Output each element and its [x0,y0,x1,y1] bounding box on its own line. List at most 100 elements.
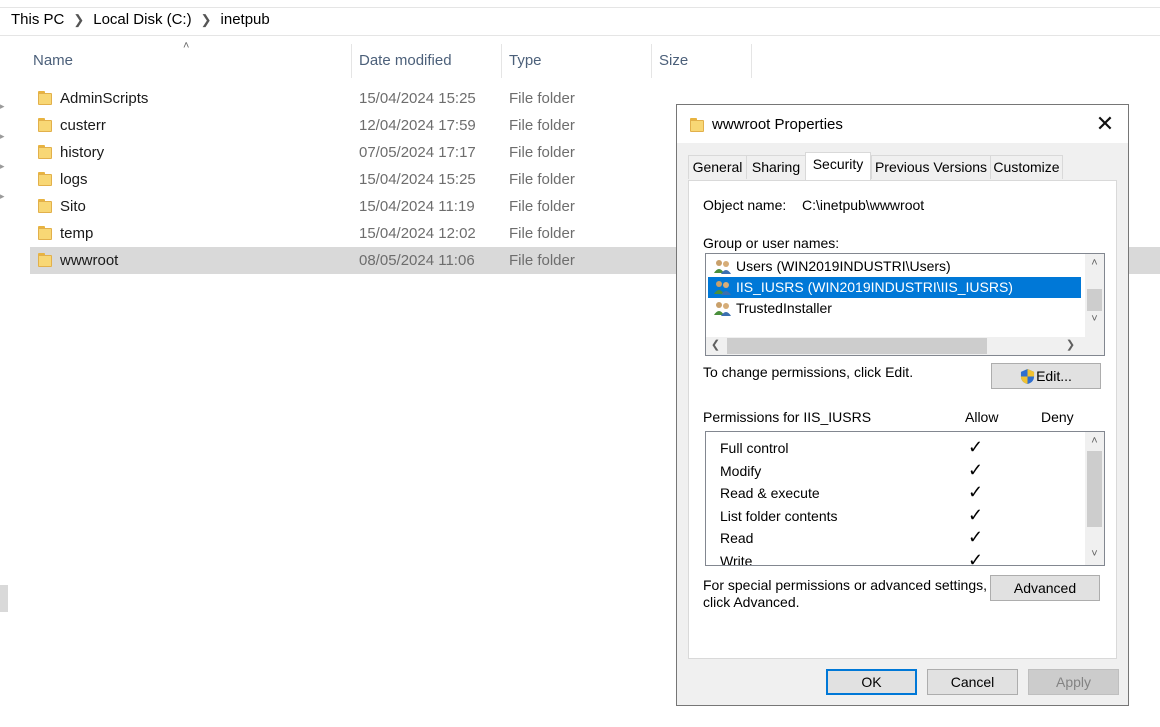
user-name: IIS_IUSRS (WIN2019INDUSTRI\IIS_IUSRS) [736,279,1013,295]
user-item-selected[interactable]: IIS_IUSRS (WIN2019INDUSTRI\IIS_IUSRS) [708,277,1081,298]
file-date: 12/04/2024 17:59 [359,117,476,134]
allow-check-icon: ✓ [968,460,984,480]
properties-dialog: wwwroot Properties ✕ General Sharing Sec… [676,104,1129,706]
scroll-right-icon[interactable]: ❯ [1061,337,1080,354]
file-type: File folder [509,144,575,161]
expand-arrow-icon[interactable]: ▸ [0,101,6,112]
special-permissions-text: For special permissions or advanced sett… [703,577,988,593]
breadcrumb: This PC ❯ Local Disk (C:) ❯ inetpub [11,11,270,28]
permission-name: Modify [720,463,762,479]
file-type: File folder [509,198,575,215]
tab-customize[interactable]: Customize [990,155,1063,179]
file-name: logs [60,171,88,188]
tab-general[interactable]: General [688,155,747,179]
object-name-label: Object name: [703,197,787,213]
tab-sharing[interactable]: Sharing [746,155,806,179]
file-name: wwwroot [60,252,119,269]
user-item[interactable]: Users (WIN2019INDUSTRI\Users) [708,256,1081,277]
breadcrumb-this-pc[interactable]: This PC [11,11,64,28]
scroll-down-icon[interactable]: ˅ [1085,546,1104,563]
column-header-size[interactable]: Size [651,44,752,78]
allow-check-icon: ✓ [968,550,984,566]
group-names-label: Group or user names: [703,235,840,251]
users-group-icon [714,260,731,274]
allow-check-icon: ✓ [968,505,984,525]
scroll-up-icon[interactable]: ˄ [1085,255,1104,272]
permissions-for-label: Permissions for IIS_IUSRS [703,409,872,425]
address-bar[interactable]: This PC ❯ Local Disk (C:) ❯ inetpub [0,0,1160,36]
scroll-down-icon[interactable]: ˅ [1085,311,1104,328]
breadcrumb-local-disk[interactable]: Local Disk (C:) [93,11,191,28]
tab-previous-versions[interactable]: Previous Versions [871,155,991,179]
users-group-icon [714,281,731,295]
users-group-icon [714,302,731,316]
edit-button-label: Edit... [1036,368,1072,384]
expand-arrow-icon[interactable]: ▸ [0,131,6,142]
expand-arrow-icon[interactable]: ▸ [0,191,6,202]
permission-name: Read & execute [720,485,820,501]
folder-icon [38,226,52,240]
file-date: 15/04/2024 15:25 [359,171,476,188]
permission-name: Write [720,553,753,566]
expand-arrow-icon[interactable]: ▸ [0,161,6,172]
folder-icon [38,253,52,267]
folder-icon [38,199,52,213]
apply-button[interactable]: Apply [1028,669,1119,695]
user-name: TrustedInstaller [736,300,832,316]
scroll-thumb[interactable] [1087,289,1102,311]
tab-security[interactable]: Security [805,152,871,180]
column-header-name[interactable]: Name [25,44,352,78]
deny-column-header: Deny [1041,409,1074,425]
scroll-up-icon[interactable]: ˄ [1085,433,1104,450]
edit-button[interactable]: Edit... [991,363,1101,389]
advanced-button[interactable]: Advanced [990,575,1100,601]
chevron-right-icon[interactable]: ❯ [73,12,84,28]
folder-icon [38,145,52,159]
allow-check-icon: ✓ [968,527,984,547]
scroll-left-icon[interactable]: ❮ [706,337,725,354]
column-header-type[interactable]: Type [501,44,652,78]
file-name: custerr [60,117,106,134]
change-permissions-text: To change permissions, click Edit. [703,364,914,380]
file-date: 15/04/2024 11:19 [359,198,475,215]
permissions-list[interactable]: Full control ✓ Modify ✓ Read & execute ✓… [705,431,1105,566]
column-header-date[interactable]: Date modified [351,44,502,78]
file-name: AdminScripts [60,90,149,107]
file-type: File folder [509,171,575,188]
user-listbox[interactable]: Users (WIN2019INDUSTRI\Users) IIS_IUSRS … [705,253,1105,356]
folder-icon [38,118,52,132]
file-name: Sito [60,198,86,215]
file-name: history [60,144,105,161]
allow-check-icon: ✓ [968,437,984,457]
scroll-thumb[interactable] [1087,451,1102,527]
hscroll-thumb[interactable] [727,338,987,354]
divider [0,7,1160,8]
file-type: File folder [509,225,575,242]
special-permissions-text-2: click Advanced. [703,594,800,610]
dialog-titlebar[interactable]: wwwroot Properties ✕ [677,105,1128,143]
user-list-hscrollbar[interactable]: ❮ ❯ [706,337,1104,355]
file-type: File folder [509,90,575,107]
permissions-vscrollbar[interactable]: ˄ ˅ [1085,432,1104,565]
file-date: 15/04/2024 12:02 [359,225,476,242]
allow-column-header: Allow [965,409,999,425]
cancel-button[interactable]: Cancel [927,669,1018,695]
close-icon[interactable]: ✕ [1082,105,1128,143]
file-date: 15/04/2024 15:25 [359,90,476,107]
breadcrumb-inetpub[interactable]: inetpub [221,11,270,28]
allow-check-icon: ✓ [968,482,984,502]
file-type: File folder [509,252,575,269]
permission-name: Read [720,530,754,546]
user-name: Users (WIN2019INDUSTRI\Users) [736,258,951,274]
chevron-right-icon[interactable]: ❯ [201,12,212,28]
user-item[interactable]: TrustedInstaller [708,298,1081,319]
permission-name: Full control [720,440,789,456]
navigation-pane-selection[interactable] [0,585,8,612]
dialog-title: wwwroot Properties [712,116,843,133]
file-name: temp [60,225,94,242]
ok-button[interactable]: OK [826,669,917,695]
folder-icon [38,91,52,105]
uac-shield-icon [1021,369,1035,384]
user-list-vscrollbar[interactable]: ˄ ˅ [1085,254,1104,337]
permission-name: List folder contents [720,508,838,524]
